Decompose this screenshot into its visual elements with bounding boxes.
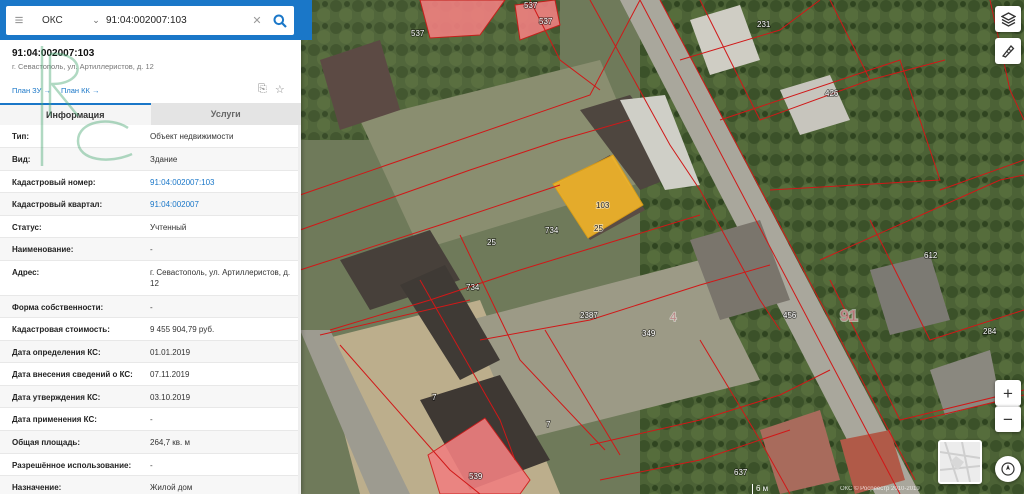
table-row: Наименование: -: [0, 238, 301, 261]
close-icon[interactable]: ✕: [248, 14, 266, 27]
search-box: ≡ ОКС ⌄ ✕: [6, 6, 294, 35]
table-row: Дата применения КС: -: [0, 408, 301, 431]
cadastral-number-link[interactable]: 91:04:002007:103: [150, 171, 301, 192]
layers-button[interactable]: [995, 6, 1021, 32]
table-row: Общая площадь: 264,7 кв. м: [0, 431, 301, 454]
table-row: Дата определения КС: 01.01.2019: [0, 341, 301, 363]
table-row: Форма собственности: -: [0, 296, 301, 318]
building-label-103: 103: [596, 201, 610, 210]
table-row: Разрешённое использование: -: [0, 454, 301, 476]
parcel-label-537a: 537: [411, 29, 425, 38]
star-icon[interactable]: ☆: [275, 83, 285, 96]
quarter-label-91: 91: [840, 308, 858, 325]
export-icon[interactable]: ⎘: [258, 83, 267, 96]
table-row: Кадастровый квартал: 91:04:002007: [0, 193, 301, 216]
zoom-out-button[interactable]: −: [995, 406, 1021, 432]
building-label-25: 25: [594, 224, 603, 233]
parcel-label-7a: 7: [432, 393, 437, 402]
ruler-icon: [1001, 45, 1015, 58]
header-actions: ⎘ ☆: [258, 83, 285, 96]
minimap[interactable]: [938, 440, 982, 484]
zoom-in-button[interactable]: +: [995, 380, 1021, 406]
parcel-label-537b: 537: [524, 1, 538, 10]
compass-icon: [1001, 462, 1015, 476]
table-row: Дата внесения сведений о КС: 07.11.2019: [0, 363, 301, 386]
search-type-select[interactable]: ОКС: [32, 15, 88, 26]
search-input[interactable]: [104, 10, 248, 31]
plan-kk-link[interactable]: План КК →: [61, 86, 100, 95]
table-row: Тип: Объект недвижимости: [0, 125, 301, 148]
parcel-label-734b: 734: [466, 283, 480, 292]
chevron-down-icon[interactable]: ⌄: [88, 15, 104, 26]
parcel-label-7b: 7: [546, 420, 551, 429]
tab-services[interactable]: Услуги: [151, 103, 302, 125]
plan-links: План ЗУ → План КК →: [12, 86, 99, 95]
search-icon: [273, 14, 287, 28]
parcel-label-2387: 2387: [580, 311, 598, 320]
tab-information[interactable]: Информация: [0, 103, 151, 125]
parcel-label-349: 349: [642, 329, 656, 338]
parcel-label-25: 25: [487, 238, 496, 247]
parcel-label-284: 284: [983, 327, 997, 336]
object-header: 91:04:002007:103 г. Севастополь, ул. Арт…: [0, 40, 301, 100]
attribute-table: Тип: Объект недвижимости Вид: Здание Кадас…: [0, 125, 301, 494]
plus-icon: +: [1003, 383, 1013, 403]
table-row: Статус: Учтенный: [0, 216, 301, 238]
layers-icon: [1000, 11, 1016, 27]
minimap-graphic: [940, 442, 980, 482]
cadastral-quarter-link[interactable]: 91:04:002007: [150, 193, 301, 215]
search-bar: ≡ ОКС ⌄ ✕: [0, 0, 312, 40]
plan-zu-link[interactable]: План ЗУ →: [12, 86, 51, 95]
parcel-label-734a: 734: [545, 226, 559, 235]
parcel-label-4: 4: [670, 310, 677, 324]
parcel-label-537c: 537: [539, 17, 553, 26]
compass-button[interactable]: [995, 456, 1021, 482]
search-button[interactable]: [266, 6, 294, 35]
table-row: Кадастровый номер: 91:04:002007:103: [0, 171, 301, 193]
minus-icon: −: [1003, 410, 1013, 429]
table-row: Дата утверждения КС: 03.10.2019: [0, 386, 301, 408]
measure-button[interactable]: [995, 38, 1021, 64]
menu-icon[interactable]: ≡: [6, 6, 32, 35]
parcel-label-231: 231: [757, 20, 771, 29]
parcel-label-637: 637: [734, 468, 748, 477]
table-row: Кадастровая стоимость: 9 455 904,79 руб.: [0, 318, 301, 341]
table-row: Назначение: Жилой дом: [0, 476, 301, 494]
table-row: Адрес: г. Севастополь, ул. Артиллеристов,…: [0, 261, 301, 296]
object-address: г. Севастополь, ул. Артиллеристов, д. 12: [12, 62, 154, 71]
parcel-label-456: 456: [783, 311, 797, 320]
info-panel: 91:04:002007:103 г. Севастополь, ул. Арт…: [0, 0, 301, 494]
panel-tabs: Информация Услуги: [0, 103, 301, 125]
map-copyright: ОКС © Росреестр 2010-2019: [840, 486, 920, 492]
table-row: Вид: Здание: [0, 148, 301, 171]
object-title: 91:04:002007:103: [12, 48, 95, 59]
parcel-label-539: 539: [469, 472, 483, 481]
parcel-label-612: 612: [924, 251, 938, 260]
panel-scrollbar[interactable]: [298, 125, 301, 494]
map-scale: 6 м: [752, 484, 812, 494]
parcel-label-426: 426: [825, 89, 839, 98]
